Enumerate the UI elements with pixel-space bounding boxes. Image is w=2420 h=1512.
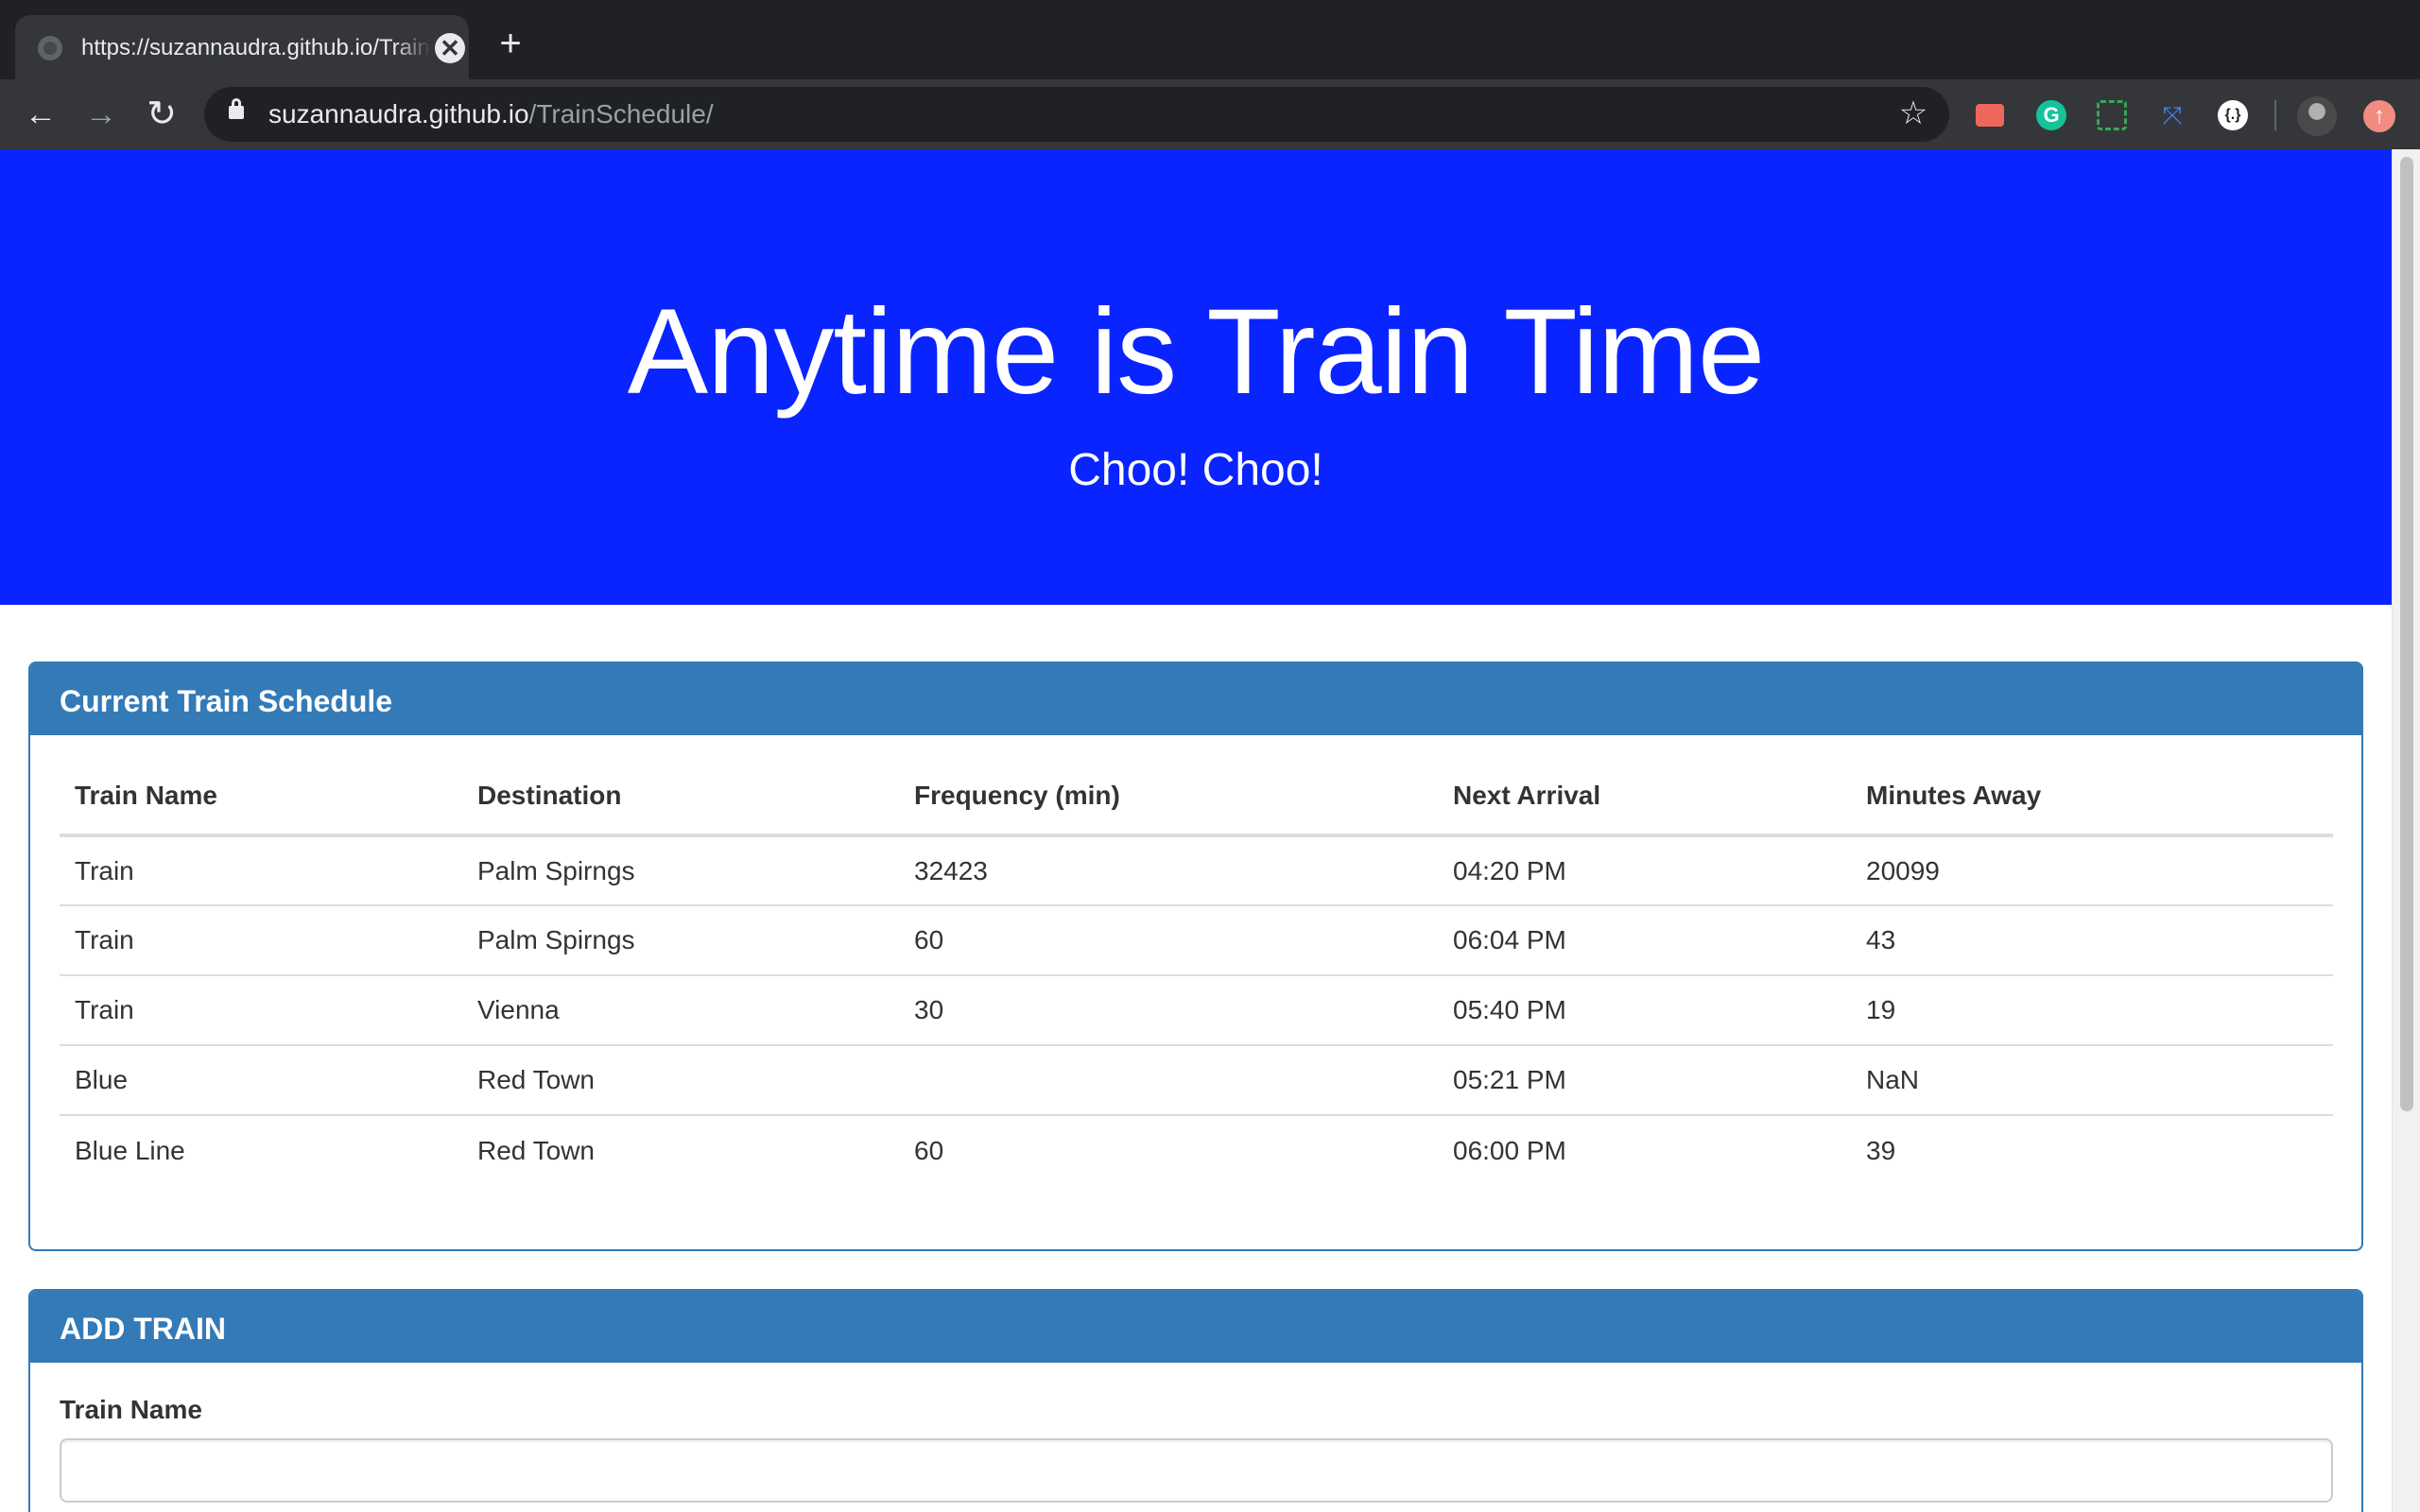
table-cell: Palm Spirngs: [462, 835, 899, 906]
browser-toolbar: ← → ↻ suzannaudra.github.io/TrainSchedul…: [0, 79, 2420, 149]
table-cell: Train: [60, 835, 462, 906]
lock-icon[interactable]: [229, 98, 244, 119]
table-cell: 06:00 PM: [1453, 1135, 1566, 1165]
table-cell: 05:40 PM: [1438, 975, 1851, 1046]
column-header: Frequency (min): [899, 758, 1438, 837]
reload-icon[interactable]: ↻: [142, 94, 182, 134]
video-extension-icon[interactable]: [1976, 104, 2004, 127]
table-cell: Red Town: [462, 1045, 899, 1116]
page-subtitle: Choo! Choo!: [1068, 445, 1323, 495]
table-row: Train Palm Spirngs 32423 04:20 PM 20099: [60, 835, 2333, 906]
close-icon[interactable]: ✕: [435, 33, 465, 63]
screenshot-extension-icon[interactable]: [2097, 100, 2127, 130]
url-path: /TrainSchedule/: [528, 99, 714, 129]
table-cell: Palm Spirngs: [462, 905, 899, 976]
link-extension-icon[interactable]: ⤧: [2157, 100, 2187, 130]
table-cell: Vienna: [462, 975, 899, 1046]
table-cell: 60: [914, 1135, 944, 1165]
toolbar-divider: [2274, 100, 2276, 130]
table-cell: 32423: [899, 835, 1438, 906]
add-train-panel: ADD TRAIN Train Name: [28, 1289, 2363, 1512]
table-cell: 06:04 PM: [1438, 905, 1851, 976]
url-text[interactable]: suzannaudra.github.io/TrainSchedule/: [268, 99, 714, 129]
address-bar[interactable]: suzannaudra.github.io/TrainSchedule/ ☆: [204, 87, 1949, 142]
table-cell: 30: [899, 975, 1438, 1046]
train-name-label: Train Name: [60, 1395, 202, 1424]
header-jumbotron: Anytime is Train Time Choo! Choo!: [0, 149, 2392, 605]
add-train-panel-heading: ADD TRAIN: [30, 1291, 2361, 1363]
table-cell: 43: [1851, 905, 2333, 976]
table-cell: 19: [1851, 975, 2333, 1046]
table-cell: 05:21 PM: [1438, 1045, 1851, 1116]
scrollbar-thumb[interactable]: [2400, 157, 2413, 1111]
forward-icon[interactable]: →: [81, 94, 121, 134]
table-cell: Red Town: [477, 1135, 596, 1165]
schedule-table: Train Name Destination Frequency (min) N…: [60, 758, 2333, 1185]
globe-icon: [38, 36, 62, 60]
table-cell: [899, 1045, 1438, 1116]
table-cell: 20099: [1851, 835, 2333, 906]
schedule-panel-heading: Current Train Schedule: [30, 663, 2361, 735]
table-row: Train Vienna 30 05:40 PM 19: [60, 975, 2333, 1046]
update-icon[interactable]: ↑: [2363, 100, 2395, 132]
page-title: Anytime is Train Time: [627, 284, 1765, 420]
table-row: Train Palm Spirngs 60 06:04 PM 43: [60, 905, 2333, 976]
page-scrollbar[interactable]: [2392, 149, 2420, 1512]
table-cell: Blue Line: [75, 1135, 185, 1165]
table-cell: Blue: [60, 1045, 462, 1116]
column-header: Next Arrival: [1438, 758, 1851, 837]
browser-tabstrip: https://suzannaudra.github.io/TrainSched…: [0, 0, 2420, 79]
table-header-row: Train Name Destination Frequency (min) N…: [60, 758, 2333, 837]
table-cell: 60: [899, 905, 1438, 976]
dev-extension-icon[interactable]: {.}: [2218, 100, 2248, 130]
url-host: suzannaudra.github.io: [268, 99, 529, 129]
column-header: Destination: [462, 758, 899, 837]
column-header: Minutes Away: [1851, 758, 2333, 837]
browser-tab[interactable]: https://suzannaudra.github.io/TrainSched…: [15, 15, 469, 79]
table-cell: NaN: [1851, 1045, 2333, 1116]
table-cell: 04:20 PM: [1438, 835, 1851, 906]
star-icon[interactable]: ☆: [1896, 96, 1930, 130]
back-icon[interactable]: ←: [21, 94, 60, 134]
table-row: Blue Line Red Town 60 06:00 PM 39: [60, 1115, 2333, 1185]
grammarly-icon[interactable]: G: [2036, 100, 2066, 130]
table-cell: Train: [60, 905, 462, 976]
table-cell: Train: [60, 975, 462, 1046]
new-tab-icon[interactable]: +: [492, 25, 529, 62]
train-name-input[interactable]: [60, 1438, 2333, 1503]
table-cell: 39: [1866, 1135, 1896, 1165]
tab-title: https://suzannaudra.github.io/TrainSched…: [81, 34, 431, 62]
schedule-panel: Current Train Schedule Train Name Destin…: [28, 662, 2363, 1251]
table-row: Blue Red Town 05:21 PM NaN: [60, 1045, 2333, 1116]
profile-avatar[interactable]: [2297, 96, 2337, 136]
column-header: Train Name: [60, 758, 462, 837]
